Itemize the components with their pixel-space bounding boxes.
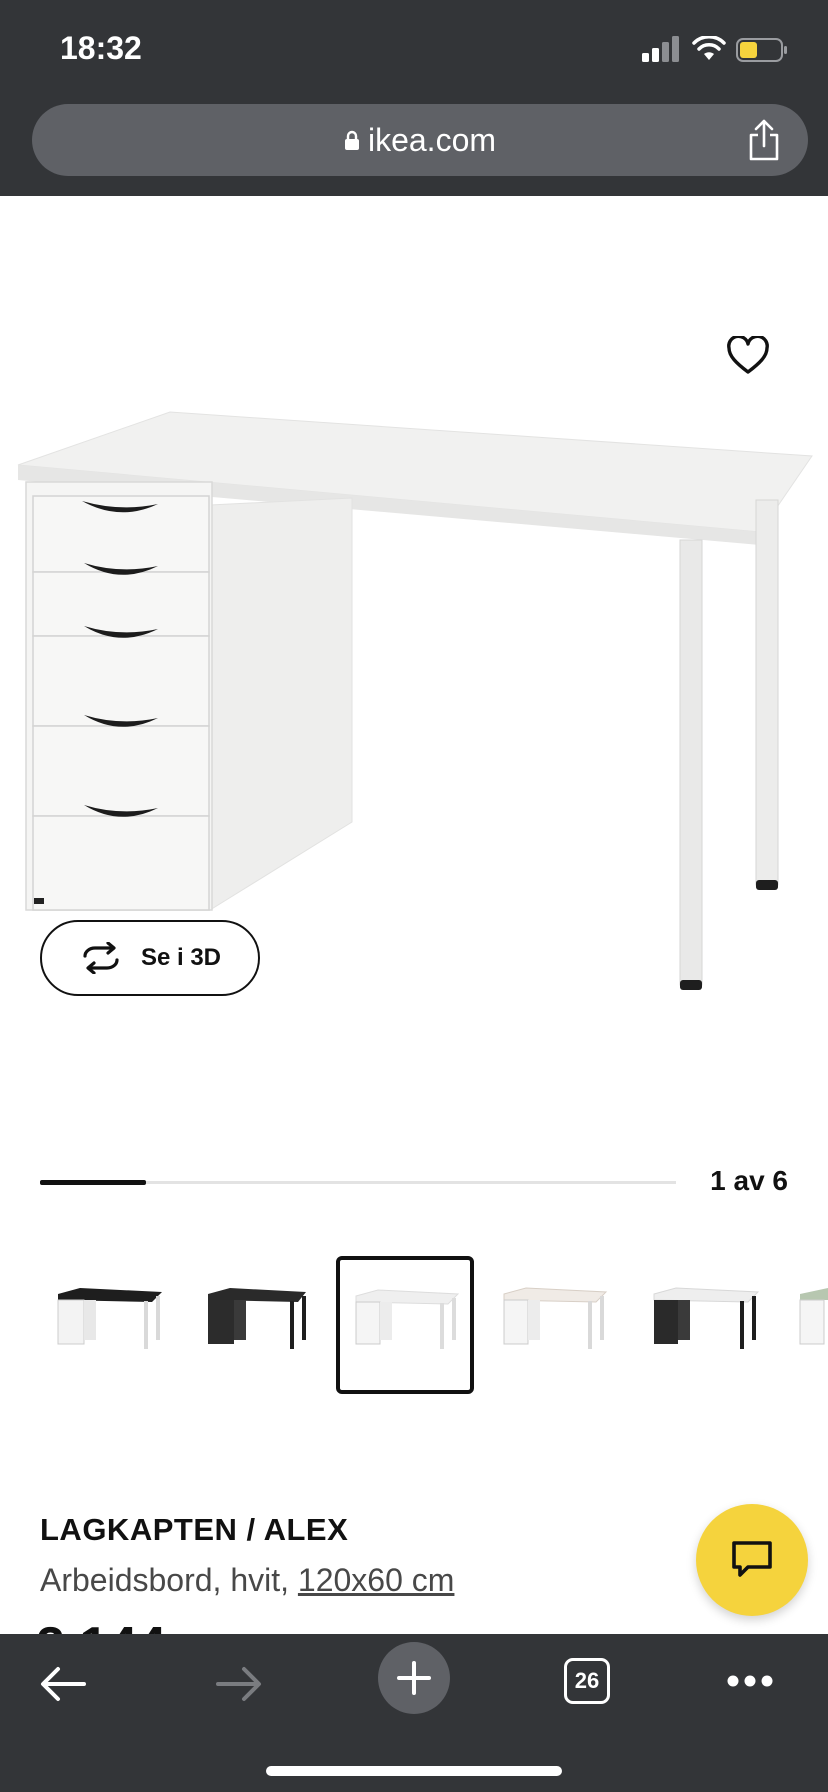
- gallery-progress-fill: [40, 1180, 147, 1185]
- gallery-position: 1 av 6: [710, 1165, 788, 1196]
- heart-icon[interactable]: [726, 336, 770, 376]
- view-3d-button[interactable]: Se i 3D: [40, 920, 260, 996]
- new-tab-button[interactable]: [378, 1642, 450, 1714]
- url-text: ikea.com: [367, 121, 497, 158]
- price-partial: 2 144: [36, 1620, 336, 1634]
- cellular-signal-icon: [642, 36, 679, 62]
- view-3d-label: Se i 3D: [140, 944, 222, 971]
- lock-icon: [344, 130, 359, 150]
- status-icons: [642, 34, 792, 66]
- battery-icon: [736, 38, 787, 62]
- price-text: 2 144: [36, 1620, 336, 1634]
- product-description: Arbeidsbord, hvit, 120x60 cm: [40, 1562, 454, 1599]
- forward-arrow-icon[interactable]: [214, 1664, 264, 1704]
- gallery-progress-bar: [40, 1180, 676, 1185]
- product-name: LAGKAPTEN / ALEX: [40, 1512, 349, 1547]
- address-bar[interactable]: ikea.com: [32, 104, 808, 176]
- status-time: 18:32: [60, 30, 142, 66]
- product-type: Arbeidsbord, hvit,: [40, 1562, 290, 1598]
- wifi-icon: [692, 36, 726, 60]
- tab-count-button[interactable]: 26: [564, 1658, 610, 1704]
- home-indicator[interactable]: [266, 1766, 562, 1776]
- thumbnail-green-partial[interactable]: [790, 1256, 828, 1394]
- thumbnail-white-light-top[interactable]: [490, 1256, 628, 1394]
- back-arrow-icon[interactable]: [38, 1664, 88, 1704]
- rotate-icon: [83, 942, 119, 974]
- product-size-link[interactable]: 120x60 cm: [298, 1562, 455, 1598]
- thumbnail-white-top-black-drawers[interactable]: [640, 1256, 778, 1394]
- thumbnail-all-black[interactable]: [194, 1256, 332, 1394]
- thumbnail-strip: [0, 1256, 828, 1396]
- share-icon[interactable]: [746, 118, 782, 162]
- thumbnail-black-top-white-drawers[interactable]: [40, 1256, 178, 1394]
- more-dots-icon[interactable]: [726, 1674, 774, 1688]
- browser-top-bar: 18:32 ikea.com: [0, 0, 828, 196]
- chat-button[interactable]: [696, 1504, 808, 1616]
- plus-icon: [397, 1661, 431, 1695]
- thumbnail-white[interactable]: [336, 1256, 474, 1394]
- chat-bubble-icon: [732, 1541, 772, 1577]
